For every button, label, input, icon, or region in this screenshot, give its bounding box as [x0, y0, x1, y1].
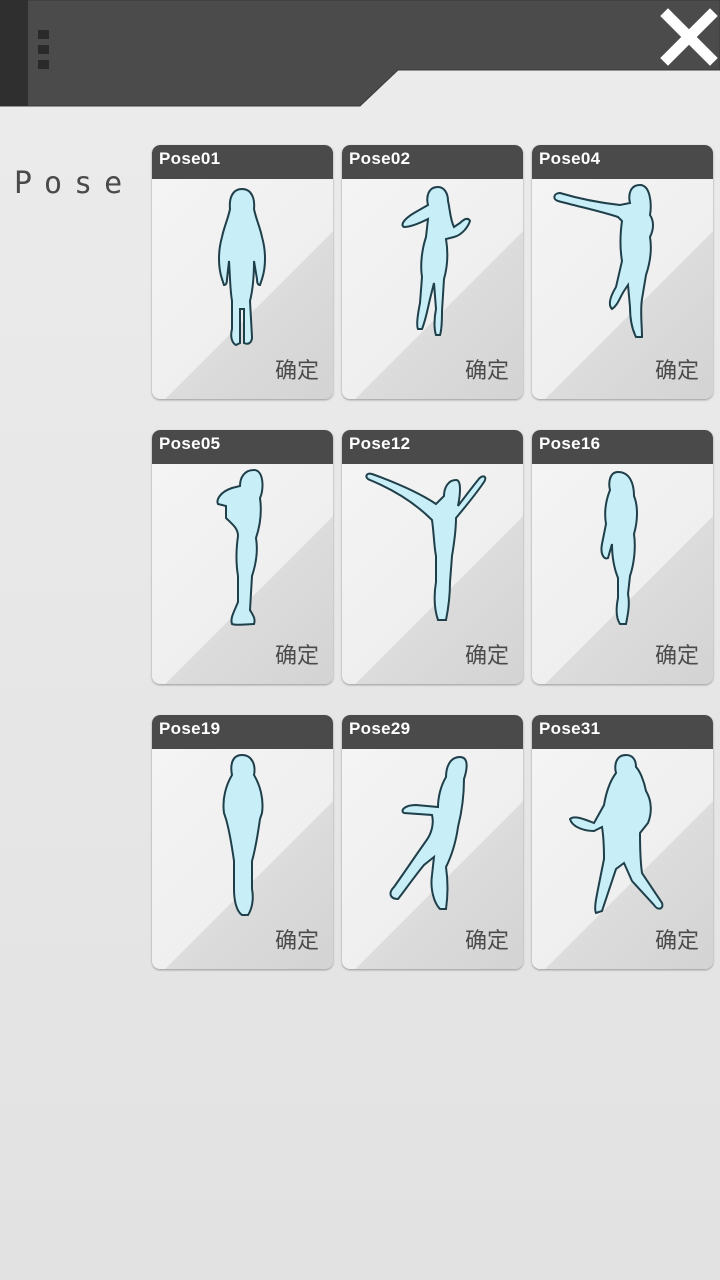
confirm-button[interactable]: 确定: [655, 923, 699, 955]
pose-preview: 确定: [152, 464, 333, 684]
pose-card-header: Pose16: [532, 430, 713, 464]
pose-name: Pose16: [539, 434, 601, 453]
pose-preview: 确定: [152, 749, 333, 969]
pose-preview: 确定: [342, 749, 523, 969]
pose-card-header: Pose04: [532, 145, 713, 179]
pose-name: Pose29: [349, 719, 411, 738]
pose-card-header: Pose31: [532, 715, 713, 749]
pose-name: Pose04: [539, 149, 601, 168]
pose-card[interactable]: Pose02 确定: [342, 145, 523, 399]
pose-name: Pose01: [159, 149, 221, 168]
pose-card-header: Pose29: [342, 715, 523, 749]
close-button[interactable]: [660, 8, 718, 66]
pose-preview: 确定: [532, 464, 713, 684]
pose-card[interactable]: Pose29 确定: [342, 715, 523, 969]
confirm-button[interactable]: 确定: [465, 923, 509, 955]
pose-card[interactable]: Pose12 确定: [342, 430, 523, 684]
menu-handle[interactable]: [0, 0, 28, 106]
pose-preview: 确定: [532, 179, 713, 399]
pose-preview: 确定: [532, 749, 713, 969]
pose-name: Pose31: [539, 719, 601, 738]
top-bar: [0, 0, 720, 110]
pose-card[interactable]: Pose04 确定: [532, 145, 713, 399]
pose-name: Pose05: [159, 434, 221, 453]
confirm-button[interactable]: 确定: [275, 923, 319, 955]
confirm-button[interactable]: 确定: [465, 638, 509, 670]
confirm-button[interactable]: 确定: [655, 353, 699, 385]
pose-card-header: Pose05: [152, 430, 333, 464]
pose-card-header: Pose19: [152, 715, 333, 749]
confirm-button[interactable]: 确定: [655, 638, 699, 670]
pose-card[interactable]: Pose16 确定: [532, 430, 713, 684]
pose-card[interactable]: Pose31 确定: [532, 715, 713, 969]
pose-preview: 确定: [152, 179, 333, 399]
confirm-button[interactable]: 确定: [275, 353, 319, 385]
pose-card[interactable]: Pose01 确定: [152, 145, 333, 399]
pose-preview: 确定: [342, 464, 523, 684]
pose-card-header: Pose02: [342, 145, 523, 179]
pose-name: Pose02: [349, 149, 411, 168]
close-icon: [660, 8, 718, 66]
pose-preview: 确定: [342, 179, 523, 399]
pose-card-header: Pose01: [152, 145, 333, 179]
pose-name: Pose19: [159, 719, 221, 738]
pose-card-header: Pose12: [342, 430, 523, 464]
pose-name: Pose12: [349, 434, 411, 453]
section-label: Pose: [14, 166, 135, 201]
confirm-button[interactable]: 确定: [465, 353, 509, 385]
menu-handle-icon[interactable]: [38, 30, 50, 70]
confirm-button[interactable]: 确定: [275, 638, 319, 670]
pose-card[interactable]: Pose05 确定: [152, 430, 333, 684]
pose-card[interactable]: Pose19 确定: [152, 715, 333, 969]
